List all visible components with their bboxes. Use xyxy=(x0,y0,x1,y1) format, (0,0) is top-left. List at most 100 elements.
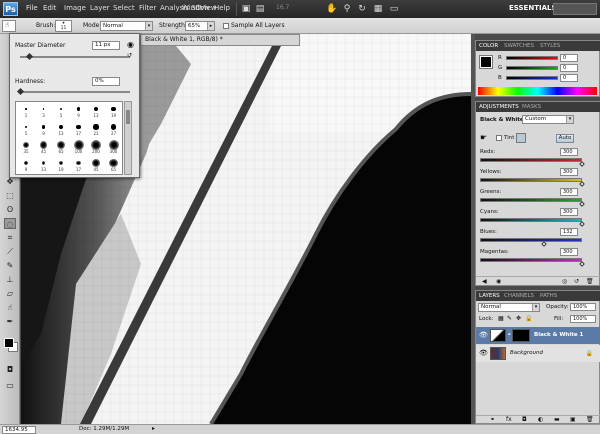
eyedropper-tool-icon[interactable]: ⟋ xyxy=(4,246,16,257)
brush-preset[interactable]: 13 xyxy=(88,104,104,118)
master-diameter-field[interactable]: 11 px xyxy=(92,41,120,50)
channel-value-field[interactable]: 132 xyxy=(560,228,578,236)
channel-slider[interactable] xyxy=(506,66,558,70)
layer-mask-thumbnail[interactable] xyxy=(512,329,530,342)
channel-value-field[interactable]: 300 xyxy=(560,208,578,216)
hardness-slider[interactable] xyxy=(20,91,130,93)
brush-preset[interactable]: 200 xyxy=(88,140,104,154)
opacity-field[interactable]: 100% xyxy=(570,303,596,311)
channel-slider[interactable] xyxy=(480,198,582,202)
brush-preset[interactable]: 5 xyxy=(18,122,34,136)
brush-preset[interactable]: 65 xyxy=(106,158,122,172)
screen-mode-icon[interactable]: ▭ xyxy=(4,380,16,391)
trash-icon[interactable]: 🗑 xyxy=(586,416,594,423)
bridge-icon[interactable]: ▣ xyxy=(240,3,252,15)
smudge-tool-icon[interactable]: ☝ xyxy=(4,302,16,313)
brush-menu-icon[interactable]: ◉ xyxy=(127,40,134,49)
lock-all-icon[interactable]: 🔒 xyxy=(525,315,532,322)
lasso-tool-icon[interactable]: ʘ xyxy=(4,204,16,215)
strength-field[interactable]: 65% ▸ xyxy=(185,21,215,31)
channel-value-field[interactable]: 0 xyxy=(560,54,578,62)
layer-row[interactable]: 👁 Background 🔒 xyxy=(476,345,600,362)
brush-preset[interactable]: 1 xyxy=(18,104,34,118)
brush-preset[interactable]: 13 xyxy=(53,122,69,136)
eye-icon[interactable]: 👁 xyxy=(479,330,488,340)
brush-preset[interactable]: 300 xyxy=(106,140,122,154)
previous-state-icon[interactable]: ◎ xyxy=(562,278,567,285)
brush-preset[interactable]: 9 xyxy=(18,158,34,172)
blend-mode-select[interactable]: Normal ▾ xyxy=(478,303,540,312)
zoom-tool-icon[interactable]: ⚲ xyxy=(341,3,353,15)
slider-thumb[interactable] xyxy=(579,201,585,207)
brush-preset[interactable]: 19 xyxy=(106,104,122,118)
brush-preset[interactable]: 45 xyxy=(88,158,104,172)
menu-help[interactable]: Help xyxy=(214,4,230,12)
color-foreground-swatch[interactable] xyxy=(479,55,493,69)
master-diameter-thumb[interactable] xyxy=(25,52,33,61)
tab-layers[interactable]: LAYERS xyxy=(479,293,500,299)
tint-checkbox[interactable] xyxy=(496,135,502,141)
brush-preset[interactable]: 21 xyxy=(88,122,104,136)
menu-image[interactable]: Image xyxy=(64,4,86,12)
brush-preset[interactable]: 35 xyxy=(18,140,34,154)
hardness-field[interactable]: 0% xyxy=(92,77,120,86)
channel-value-field[interactable]: 300 xyxy=(560,148,578,156)
clone-stamp-tool-icon[interactable]: ⊥ xyxy=(4,274,16,285)
targeted-adjustment-icon[interactable]: ☛ xyxy=(480,133,487,142)
zoom-display[interactable]: 16.7 xyxy=(276,4,289,11)
quick-selection-tool-icon[interactable]: ◌ xyxy=(4,218,16,229)
tab-swatches[interactable]: SWATCHES xyxy=(504,43,534,49)
tint-color-swatch[interactable] xyxy=(516,133,526,143)
tab-channels[interactable]: CHANNELS xyxy=(504,293,534,299)
channel-value-field[interactable]: 300 xyxy=(560,248,578,256)
channel-slider[interactable] xyxy=(480,238,582,242)
menu-file[interactable]: File xyxy=(26,4,38,12)
channel-slider[interactable] xyxy=(480,258,582,262)
search-field[interactable] xyxy=(553,3,597,15)
pen-tool-icon[interactable]: ✒ xyxy=(4,316,16,327)
mode-select[interactable]: Normal ▾ xyxy=(100,21,153,31)
slider-thumb[interactable] xyxy=(579,161,585,167)
slider-thumb[interactable] xyxy=(579,261,585,267)
slider-thumb[interactable] xyxy=(579,221,585,227)
brush-preset[interactable]: 5 xyxy=(53,104,69,118)
auto-button[interactable]: Auto xyxy=(556,134,574,143)
slider-thumb[interactable] xyxy=(541,241,547,247)
color-spectrum-bar[interactable] xyxy=(478,87,597,95)
channel-slider[interactable] xyxy=(480,218,582,222)
status-menu-icon[interactable]: ▸ xyxy=(152,425,155,432)
channel-slider[interactable] xyxy=(480,178,582,182)
minibridge-icon[interactable]: ▤ xyxy=(254,3,266,15)
return-icon[interactable]: ◀ xyxy=(482,278,487,285)
trash-icon[interactable]: 🗑 xyxy=(586,278,594,285)
fill-field[interactable]: 100% xyxy=(570,315,596,323)
reset-icon[interactable]: ↺ xyxy=(574,278,579,285)
brush-preset[interactable]: 9 xyxy=(71,104,87,118)
workspace-switcher[interactable]: ESSENTIALS xyxy=(509,4,557,12)
channel-value-field[interactable]: 300 xyxy=(560,188,578,196)
slider-thumb[interactable] xyxy=(579,181,585,187)
reset-icon[interactable]: ↺ xyxy=(127,52,132,59)
eraser-tool-icon[interactable]: ▱ xyxy=(4,288,16,299)
adjustment-layer-icon[interactable]: ◐ xyxy=(538,416,543,423)
hand-tool-icon[interactable]: ✋ xyxy=(326,3,338,15)
tab-masks[interactable]: MASKS xyxy=(522,104,541,110)
eye-icon[interactable]: 👁 xyxy=(479,348,488,358)
screen-mode-icon[interactable]: ▭ xyxy=(388,3,400,15)
tool-preset-picker[interactable]: ☝ xyxy=(2,20,16,32)
layer-style-icon[interactable]: fx xyxy=(506,416,512,423)
brush-preset[interactable]: 19 xyxy=(53,158,69,172)
marquee-tool-icon[interactable]: ⬚ xyxy=(4,190,16,201)
menu-filter[interactable]: Filter xyxy=(139,4,156,12)
hardness-thumb[interactable] xyxy=(16,87,25,96)
brush-tool-icon[interactable]: ✎ xyxy=(4,260,16,271)
rotate-view-icon[interactable]: ↻ xyxy=(356,3,368,15)
document-tab[interactable]: Black & White 1, RGB/8) * xyxy=(140,34,300,46)
channel-slider[interactable] xyxy=(480,158,582,162)
preset-select[interactable]: Custom ▾ xyxy=(522,115,574,124)
menu-window[interactable]: Window xyxy=(182,4,210,12)
layer-row[interactable]: 👁 ⚭ Black & White 1 xyxy=(476,327,600,344)
brush-preset[interactable]: 65 xyxy=(53,140,69,154)
brush-picker[interactable]: • 11 xyxy=(55,20,72,32)
brush-preset[interactable]: 27 xyxy=(106,122,122,136)
